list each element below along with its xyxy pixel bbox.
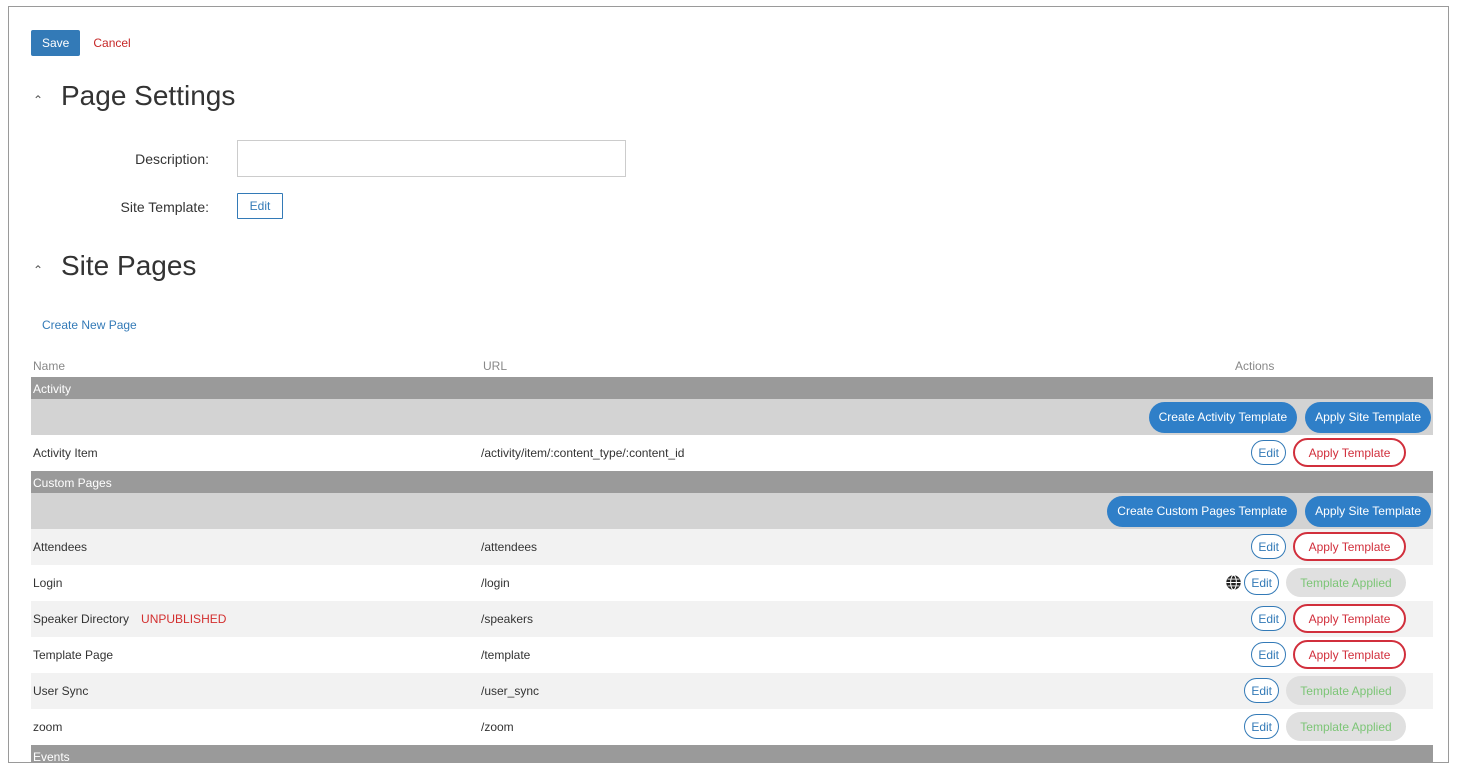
save-button[interactable]: Save bbox=[31, 30, 81, 56]
apply-site-template-button[interactable]: Apply Site Template bbox=[1305, 495, 1431, 527]
description-input[interactable] bbox=[237, 140, 626, 177]
edit-button[interactable]: Edit bbox=[1244, 570, 1279, 595]
page-name: Template Page bbox=[33, 648, 114, 662]
page-url: /attendees bbox=[481, 540, 538, 554]
edit-button[interactable]: Edit bbox=[1244, 714, 1279, 739]
site-template-edit-button[interactable]: Edit bbox=[237, 193, 283, 219]
group-actions-custom-pages: Create Custom Pages Template Apply Site … bbox=[31, 493, 1433, 529]
page-url: /user_sync bbox=[481, 684, 540, 698]
page-name: User Sync bbox=[33, 684, 89, 698]
globe-icon bbox=[1226, 574, 1242, 591]
page-settings-header[interactable]: ⌃ Page Settings bbox=[33, 80, 235, 112]
table-row: Speaker Directory UNPUBLISHED /speakers E… bbox=[31, 601, 1433, 637]
description-label: Description: bbox=[135, 151, 209, 167]
page-name-text: Speaker Directory bbox=[33, 612, 130, 626]
template-applied-badge: Template Applied bbox=[1286, 712, 1406, 741]
page-name: Activity Item bbox=[33, 446, 98, 460]
table-row: Login /login Edit Template Applied bbox=[31, 565, 1433, 601]
group-header-custom-pages: Custom Pages bbox=[31, 471, 1433, 493]
template-applied-badge: Template Applied bbox=[1286, 676, 1406, 705]
table-row: Activity Item /activity/item/:content_ty… bbox=[31, 435, 1433, 471]
page-url: /activity/item/:content_type/:content_id bbox=[481, 446, 685, 460]
column-name: Name bbox=[33, 359, 66, 373]
group-actions-activity: Create Activity Template Apply Site Temp… bbox=[31, 399, 1433, 435]
column-actions: Actions bbox=[1235, 359, 1275, 373]
page-url: /login bbox=[481, 576, 510, 590]
site-pages-header[interactable]: ⌃ Site Pages bbox=[33, 250, 196, 282]
apply-template-button[interactable]: Apply Template bbox=[1293, 438, 1406, 467]
page-settings-title: Page Settings bbox=[61, 80, 236, 111]
caret-up-icon[interactable]: ⌃ bbox=[33, 263, 61, 277]
edit-button[interactable]: Edit bbox=[1244, 678, 1279, 703]
row-actions: Edit Apply Template bbox=[1251, 532, 1406, 561]
create-custom-pages-template-button[interactable]: Create Custom Pages Template bbox=[1107, 495, 1298, 527]
table-row: Attendees /attendees Edit Apply Template bbox=[31, 529, 1433, 565]
group-header-events: Events bbox=[31, 745, 1433, 762]
page-url: /speakers bbox=[481, 612, 534, 626]
cancel-link[interactable]: Cancel bbox=[93, 36, 130, 50]
table-row: User Sync /user_sync Edit Template Appli… bbox=[31, 673, 1433, 709]
table-row: Template Page /template Edit Apply Templ… bbox=[31, 637, 1433, 673]
table-header: Name URL Actions bbox=[31, 357, 1433, 377]
caret-up-icon[interactable]: ⌃ bbox=[33, 93, 61, 107]
apply-template-button[interactable]: Apply Template bbox=[1293, 604, 1406, 633]
row-actions: Edit Template Applied bbox=[1244, 676, 1406, 705]
group-header-activity: Activity bbox=[31, 377, 1433, 399]
page-name: Attendees bbox=[33, 540, 88, 554]
page-name: Login bbox=[33, 576, 63, 590]
apply-template-button[interactable]: Apply Template bbox=[1293, 532, 1406, 561]
page-url: /template bbox=[481, 648, 531, 662]
create-activity-template-button[interactable]: Create Activity Template bbox=[1148, 401, 1298, 433]
row-actions: Edit Apply Template bbox=[1251, 640, 1406, 669]
row-actions: Edit Template Applied bbox=[1244, 712, 1406, 741]
edit-button[interactable]: Edit bbox=[1251, 642, 1286, 667]
site-pages-title: Site Pages bbox=[61, 250, 197, 281]
toolbar: Save Cancel bbox=[31, 30, 131, 56]
site-template-label: Site Template: bbox=[120, 199, 209, 215]
edit-button[interactable]: Edit bbox=[1251, 440, 1286, 465]
apply-site-template-button[interactable]: Apply Site Template bbox=[1305, 401, 1431, 433]
create-new-page-link[interactable]: Create New Page bbox=[42, 318, 137, 332]
apply-template-button[interactable]: Apply Template bbox=[1293, 640, 1406, 669]
page-url: /zoom bbox=[481, 720, 514, 734]
edit-button[interactable]: Edit bbox=[1251, 606, 1286, 631]
column-url: URL bbox=[483, 359, 508, 373]
site-pages-table: Name URL Actions Activity Create Activit… bbox=[31, 357, 1433, 762]
page-name: zoom bbox=[33, 720, 63, 734]
row-actions: Edit Apply Template bbox=[1251, 604, 1406, 633]
row-actions: Edit Apply Template bbox=[1251, 438, 1406, 467]
page-name: Speaker Directory UNPUBLISHED bbox=[33, 612, 226, 626]
page-frame: Save Cancel ⌃ Page Settings Description:… bbox=[8, 6, 1449, 763]
table-row: zoom /zoom Edit Template Applied bbox=[31, 709, 1433, 745]
row-actions: Edit Template Applied bbox=[1225, 568, 1406, 597]
edit-button[interactable]: Edit bbox=[1251, 534, 1286, 559]
unpublished-badge: UNPUBLISHED bbox=[141, 612, 227, 626]
template-applied-badge: Template Applied bbox=[1286, 568, 1406, 597]
